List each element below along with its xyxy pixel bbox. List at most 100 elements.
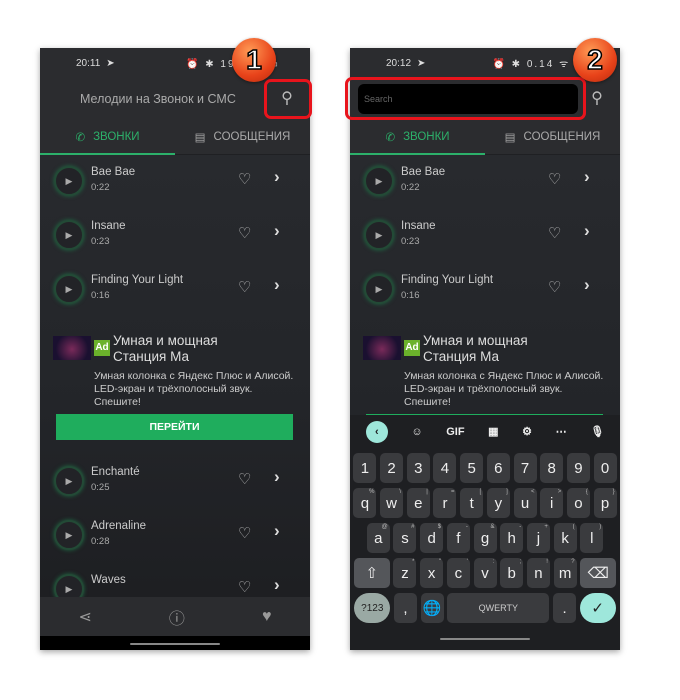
key-r[interactable]: r =: [433, 488, 457, 518]
heart-outline-icon[interactable]: ♡: [238, 278, 251, 296]
key-o[interactable]: o{: [566, 488, 590, 518]
more-icon[interactable]: ⋯: [556, 425, 567, 438]
tab-calls[interactable]: ✆ ЗВОНКИ: [40, 120, 175, 155]
play-icon[interactable]: ▶: [364, 166, 394, 196]
ad-title[interactable]: Умная и мощная Станция Ма: [113, 333, 218, 365]
song-row[interactable]: ▶ Insane 0:23 ♡ ›: [40, 209, 310, 263]
key-9[interactable]: 9: [566, 453, 590, 483]
key-y[interactable]: y]: [486, 488, 510, 518]
key-d[interactable]: d $: [420, 523, 444, 553]
clipboard-icon[interactable]: ▦: [488, 425, 498, 438]
key-7[interactable]: 7: [513, 453, 537, 483]
key-j[interactable]: j +: [526, 523, 550, 553]
chevron-right-icon[interactable]: ›: [274, 275, 280, 295]
ad-go-button[interactable]: ПЕРЕЙТИ: [56, 414, 293, 440]
key-m[interactable]: m?: [553, 558, 577, 588]
song-row[interactable]: ▶ Bae Bae 0:22 ♡ ›: [40, 155, 310, 209]
key-8[interactable]: 8: [540, 453, 564, 483]
shift-icon[interactable]: ⇧: [353, 558, 390, 588]
heart-outline-icon[interactable]: ♡: [238, 470, 251, 488]
key-c[interactable]: c ': [446, 558, 470, 588]
song-row[interactable]: ▶ Bae Bae 0:22 ♡ ›: [350, 155, 620, 209]
key-w[interactable]: w \: [380, 488, 404, 518]
play-icon[interactable]: ▶: [364, 274, 394, 304]
key-z[interactable]: z *: [393, 558, 417, 588]
play-icon[interactable]: ▶: [54, 274, 84, 304]
key-k[interactable]: k(: [553, 523, 577, 553]
play-icon[interactable]: ▶: [54, 220, 84, 250]
key-5[interactable]: 5: [460, 453, 484, 483]
song-row[interactable]: ▶ Enchanté 0:25 ♡ ›: [40, 455, 310, 509]
tab-messages[interactable]: ▤ СООБЩЕНИЯ: [485, 120, 620, 154]
play-icon[interactable]: ▶: [54, 520, 84, 550]
microphone-icon[interactable]: 🎙: [590, 425, 604, 438]
back-chevron-icon[interactable]: ‹: [365, 420, 388, 443]
key-1[interactable]: 1: [353, 453, 377, 483]
key-q[interactable]: q%: [353, 488, 377, 518]
comma-key[interactable]: ,: [393, 593, 417, 623]
chevron-right-icon[interactable]: ›: [274, 575, 280, 595]
heart-outline-icon[interactable]: ♡: [548, 224, 561, 242]
key-0[interactable]: 0: [593, 453, 617, 483]
key-b[interactable]: b;: [500, 558, 524, 588]
chevron-right-icon[interactable]: ›: [584, 275, 590, 295]
heart-icon[interactable]: ♥: [262, 608, 272, 626]
symbols-key[interactable]: ?123: [354, 593, 391, 623]
backspace-icon[interactable]: ⌫: [580, 558, 617, 588]
gear-icon[interactable]: ⚙: [522, 425, 532, 438]
song-row[interactable]: ▶ Adrenaline 0:28 ♡ ›: [40, 509, 310, 563]
key-2[interactable]: 2: [380, 453, 404, 483]
info-icon[interactable]: ⓘ: [169, 605, 185, 629]
chevron-right-icon[interactable]: ›: [274, 467, 280, 487]
key-n[interactable]: n!: [526, 558, 550, 588]
song-row[interactable]: ▶ Finding Your Light 0:16 ♡ ›: [40, 263, 310, 317]
space-key[interactable]: QWERTY: [447, 593, 550, 623]
period-key[interactable]: .: [553, 593, 577, 623]
home-indicator[interactable]: [440, 638, 530, 640]
heart-outline-icon[interactable]: ♡: [548, 170, 561, 188]
key-s[interactable]: s #: [393, 523, 417, 553]
key-3[interactable]: 3: [406, 453, 430, 483]
enter-check-key[interactable]: ✓: [579, 593, 616, 623]
chevron-right-icon[interactable]: ›: [274, 521, 280, 541]
chevron-right-icon[interactable]: ›: [584, 221, 590, 241]
play-icon[interactable]: ▶: [364, 220, 394, 250]
key-g[interactable]: g &: [473, 523, 497, 553]
key-t[interactable]: t[: [460, 488, 484, 518]
song-row[interactable]: ▶ Finding Your Light 0:16 ♡ ›: [350, 263, 620, 317]
ad-title[interactable]: Умная и мощная Станция Ма: [423, 333, 528, 365]
play-icon[interactable]: ▶: [54, 166, 84, 196]
search-icon[interactable]: ⚲: [586, 88, 608, 110]
key-l[interactable]: l): [580, 523, 604, 553]
tab-messages[interactable]: ▤ СООБЩЕНИЯ: [175, 120, 310, 154]
share-icon[interactable]: ⋖: [79, 607, 92, 627]
key-x[interactable]: x ": [420, 558, 444, 588]
heart-outline-icon[interactable]: ♡: [238, 170, 251, 188]
key-f[interactable]: f-: [446, 523, 470, 553]
sticker-icon[interactable]: ☺: [411, 426, 422, 438]
key-e[interactable]: e |: [406, 488, 430, 518]
heart-outline-icon[interactable]: ♡: [238, 524, 251, 542]
key-4[interactable]: 4: [433, 453, 457, 483]
key-v[interactable]: v:: [473, 558, 497, 588]
chevron-right-icon[interactable]: ›: [274, 221, 280, 241]
gif-button[interactable]: GIF: [446, 426, 464, 438]
chevron-right-icon[interactable]: ›: [274, 167, 280, 187]
key-p[interactable]: p}: [593, 488, 617, 518]
play-icon[interactable]: ▶: [54, 466, 84, 496]
key-hint: *: [412, 559, 415, 565]
key-a[interactable]: a @: [366, 523, 390, 553]
home-indicator[interactable]: [130, 643, 220, 645]
heart-outline-icon[interactable]: ♡: [238, 578, 251, 596]
ad-title-line: Умная и мощная: [423, 333, 528, 348]
key-h[interactable]: h-: [500, 523, 524, 553]
tab-calls[interactable]: ✆ ЗВОНКИ: [350, 120, 485, 155]
heart-outline-icon[interactable]: ♡: [238, 224, 251, 242]
key-i[interactable]: i >: [540, 488, 564, 518]
song-row[interactable]: ▶ Insane 0:23 ♡ ›: [350, 209, 620, 263]
globe-icon[interactable]: 🌐: [420, 593, 444, 623]
key-u[interactable]: u <: [513, 488, 537, 518]
key-6[interactable]: 6: [486, 453, 510, 483]
heart-outline-icon[interactable]: ♡: [548, 278, 561, 296]
chevron-right-icon[interactable]: ›: [584, 167, 590, 187]
